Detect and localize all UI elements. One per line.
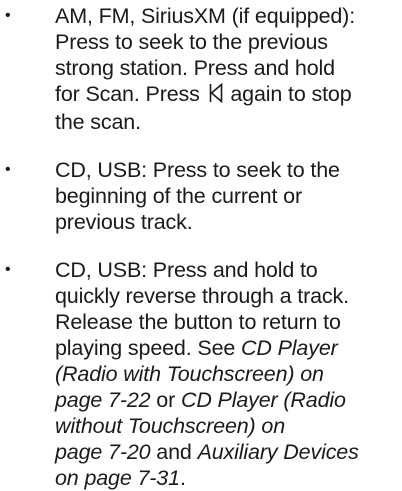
text-line: page 7-20 and Auxiliary Devices [55,439,402,465]
seek-back-icon [209,82,223,109]
list-item: • AM, FM, SiriusXM (if equipped): Press … [0,3,402,135]
cross-reference-link[interactable]: page 7-22 [55,388,151,412]
bullet: • [5,7,11,24]
text-line: strong station. Press and hold [55,56,335,80]
text-line: for Scan. Press again to stop [55,81,402,109]
text-line: without Touchscreen) on [55,413,402,439]
text-line: AM, FM, SiriusXM (if equipped): [55,4,356,28]
text-line: page 7-22 or CD Player (Radio [55,387,402,413]
cross-reference-link[interactable]: (Radio with Touchscreen) on [55,362,324,386]
list-item: • CD, USB: Press and hold to quickly rev… [0,257,402,491]
bullet: • [5,261,11,278]
instruction-list: • AM, FM, SiriusXM (if equipped): Press … [0,3,402,491]
cross-reference-link[interactable]: without Touchscreen) on [55,414,285,438]
text-line: quickly reverse through a track. [55,284,349,308]
text-line: CD, USB: Press and hold to [55,258,318,282]
cross-reference-link[interactable]: on page 7-31 [55,466,180,490]
text-segment: for Scan. Press [55,82,206,106]
cross-reference-link[interactable]: page 7-20 [55,440,151,464]
text-segment: or [150,388,181,412]
cross-reference-link[interactable]: CD Player (Radio [181,388,346,412]
text-line: beginning of the current or [55,184,302,208]
text-line: previous track. [55,210,193,234]
cross-reference-link[interactable]: CD Player [241,336,338,360]
text-line: playing speed. See CD Player [55,335,402,361]
text-line: (Radio with Touchscreen) on [55,361,402,387]
text-line: the scan. [55,110,141,134]
text-segment: . [179,466,186,490]
text-segment: again to stop [224,82,352,106]
text-segment: playing speed. See [55,336,242,360]
text-line: Press to seek to the previous [55,30,328,54]
text-line: Release the button to return to [55,310,341,334]
text-segment: and [150,440,198,464]
manual-page: • AM, FM, SiriusXM (if equipped): Press … [0,0,402,490]
cross-reference-link[interactable]: Auxiliary Devices [198,440,359,464]
bullet: • [5,161,11,178]
text-line: on page 7-31. [55,465,402,491]
list-item: • CD, USB: Press to seek to the beginnin… [0,157,402,235]
text-line: CD, USB: Press to seek to the [55,158,340,182]
